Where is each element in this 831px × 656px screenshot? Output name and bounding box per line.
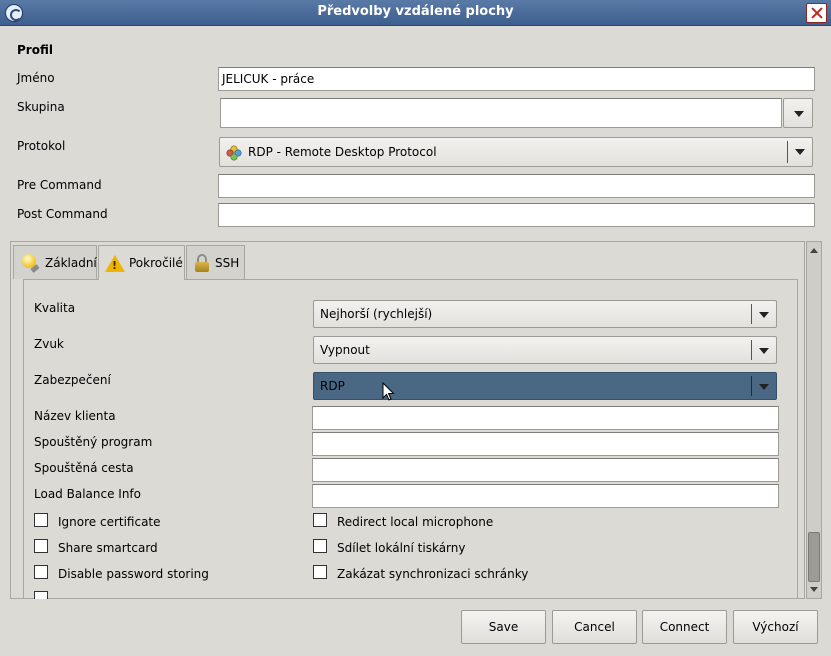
- startup-path-label: Spouštěná cesta: [34, 461, 134, 475]
- scroll-down-arrow-icon[interactable]: [808, 584, 820, 596]
- sound-label: Zvuk: [34, 337, 64, 351]
- name-input[interactable]: JELICUK - práce: [218, 67, 815, 91]
- share-printers-checkbox[interactable]: [313, 539, 327, 553]
- profile-section-label: Profil: [17, 43, 53, 57]
- startup-program-input[interactable]: [312, 432, 779, 456]
- clipped-checkbox[interactable]: [34, 591, 48, 599]
- protocol-label: Protokol: [17, 139, 66, 153]
- client-name-label: Název klienta: [34, 409, 116, 423]
- pre-command-label: Pre Command: [17, 178, 102, 192]
- window-title: Předvolby vzdálené plochy: [317, 4, 514, 19]
- load-balance-label: Load Balance Info: [34, 487, 141, 501]
- post-command-label: Post Command: [17, 207, 108, 221]
- chevron-down-icon: [794, 111, 804, 117]
- quality-label: Kvalita: [34, 301, 76, 315]
- scroll-up-arrow-icon[interactable]: [808, 244, 820, 256]
- chevron-down-icon: [759, 348, 769, 354]
- share-smartcard-label: Share smartcard: [58, 541, 158, 555]
- name-label: Jméno: [17, 71, 55, 85]
- redirect-microphone-checkbox[interactable]: [313, 513, 327, 527]
- protocol-select[interactable]: RDP - Remote Desktop Protocol: [219, 137, 813, 167]
- security-label: Zabezpečení: [34, 373, 111, 387]
- share-printers-label: Sdílet lokální tiskárny: [337, 541, 466, 555]
- chevron-down-icon: [759, 384, 769, 390]
- pre-command-input[interactable]: [218, 174, 815, 198]
- security-value: RDP: [320, 379, 345, 393]
- load-balance-input[interactable]: [312, 484, 779, 508]
- tab-basic-label: Základní: [45, 256, 97, 270]
- quality-value: Nejhorší (rychlejší): [320, 307, 433, 321]
- clipped-row: [24, 590, 798, 599]
- sound-select[interactable]: Vypnout: [313, 336, 777, 364]
- vertical-scrollbar[interactable]: [806, 241, 822, 599]
- tab-advanced-label: Pokročilé: [129, 256, 183, 270]
- post-command-input[interactable]: [218, 203, 815, 227]
- redirect-microphone-label: Redirect local microphone: [337, 515, 494, 529]
- connect-button[interactable]: Connect: [642, 610, 727, 644]
- ignore-certificate-checkbox[interactable]: [34, 513, 48, 527]
- lock-icon: [195, 254, 209, 272]
- group-label: Skupina: [17, 100, 65, 114]
- client-name-input[interactable]: [312, 406, 779, 430]
- quality-select[interactable]: Nejhorší (rychlejší): [313, 300, 777, 328]
- share-smartcard-checkbox[interactable]: [34, 539, 48, 553]
- ignore-certificate-label: Ignore certificate: [58, 515, 161, 529]
- tab-ssh[interactable]: SSH: [186, 245, 245, 279]
- tab-ssh-label: SSH: [215, 256, 240, 270]
- disable-clipboard-label: Zakázat synchronizaci schránky: [337, 567, 529, 581]
- disable-password-storing-checkbox[interactable]: [34, 565, 48, 579]
- chevron-down-icon: [795, 149, 805, 155]
- cancel-button[interactable]: Cancel: [552, 610, 637, 644]
- default-button[interactable]: Výchozí: [733, 610, 818, 644]
- scrollbar-thumb[interactable]: [808, 532, 820, 582]
- startup-program-label: Spouštěný program: [34, 435, 153, 449]
- protocol-value: RDP - Remote Desktop Protocol: [248, 145, 437, 159]
- disable-password-storing-label: Disable password storing: [58, 567, 209, 581]
- close-button[interactable]: [806, 3, 827, 23]
- warning-icon: [105, 255, 125, 272]
- tab-basic[interactable]: Základní: [13, 245, 97, 279]
- chevron-down-icon: [759, 312, 769, 318]
- group-dropdown-button[interactable]: [783, 98, 813, 128]
- group-input[interactable]: [220, 98, 782, 128]
- save-button[interactable]: Save: [461, 610, 546, 644]
- title-bar: Předvolby vzdálené plochy: [0, 0, 831, 26]
- startup-path-input[interactable]: [312, 458, 779, 482]
- tab-advanced[interactable]: Pokročilé: [98, 245, 185, 280]
- rdp-plugin-icon: [226, 145, 242, 161]
- disable-clipboard-checkbox[interactable]: [313, 565, 327, 579]
- sound-value: Vypnout: [320, 343, 370, 357]
- bulb-icon: [21, 254, 40, 273]
- mouse-cursor-icon: [382, 382, 395, 401]
